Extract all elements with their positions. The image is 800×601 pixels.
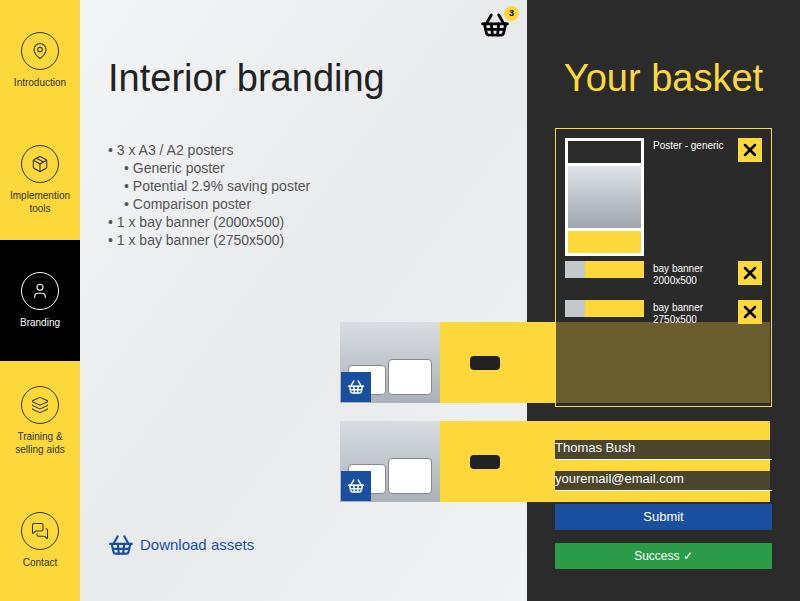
close-icon	[740, 302, 760, 322]
chat-icon	[31, 522, 49, 540]
submit-button[interactable]: Submit	[555, 504, 772, 530]
asset-list-item: • 3 x A3 / A2 posters	[108, 141, 527, 159]
asset-list-item: • Potential 2.9% saving poster	[108, 177, 527, 195]
remove-button[interactable]	[738, 138, 762, 162]
pin-icon	[31, 42, 49, 60]
close-icon	[740, 140, 760, 160]
add-to-basket-button[interactable]	[341, 372, 371, 402]
sidebar-item[interactable]: Introduction	[0, 0, 80, 120]
banner-thumbnail	[565, 261, 644, 278]
person-icon	[31, 282, 49, 300]
sidebar-label: Implemention tools	[4, 189, 76, 215]
asset-list: • 3 x A3 / A2 posters• Generic poster• P…	[108, 141, 527, 249]
basket-panel: Your basket Poster - generic bay banner200…	[527, 0, 800, 601]
basket-item: bay banner2000x500	[565, 261, 762, 287]
asset-list-item: • Comparison poster	[108, 195, 527, 213]
sidebar-item[interactable]: Implemention tools	[0, 120, 80, 240]
basket-item-label: bay banner2750x500	[653, 300, 729, 326]
remove-button[interactable]	[738, 300, 762, 324]
email-field[interactable]: youremail@email.com	[555, 471, 772, 491]
sidebar-item[interactable]: Branding	[0, 240, 80, 360]
close-icon	[740, 263, 760, 283]
basket-icon	[347, 378, 365, 396]
success-button[interactable]: Success ✓	[555, 543, 772, 569]
banner-thumbnail	[565, 300, 644, 317]
sidebar-label: Training & selling aids	[4, 430, 76, 456]
basket-icon	[108, 532, 134, 558]
page-title: Interior branding	[108, 55, 527, 101]
sidebar-label: Branding	[20, 316, 60, 329]
asset-list-item: • Generic poster	[108, 159, 527, 177]
tools-icon	[31, 155, 49, 173]
sidebar-item[interactable]: Contact	[0, 481, 80, 601]
app: Introduction Implemention tools Branding Tr…	[0, 0, 800, 601]
basket-indicator[interactable]: 3	[480, 10, 510, 40]
basket-item-label: Poster - generic	[653, 138, 729, 152]
asset-list-item: • 1 x bay banner (2000x500)	[108, 213, 527, 231]
basket-item-label: bay banner2000x500	[653, 261, 729, 287]
basket-title: Your basket	[555, 55, 772, 101]
basket-icon	[347, 477, 365, 495]
basket-badge: 3	[504, 6, 519, 21]
asset-list-item: • 1 x bay banner (2750x500)	[108, 231, 527, 249]
basket-item: Poster - generic	[565, 138, 762, 256]
basket-item: bay banner2750x500	[565, 300, 762, 326]
poster-thumbnail	[565, 138, 644, 256]
add-to-basket-button[interactable]	[341, 471, 371, 501]
remove-button[interactable]	[738, 261, 762, 285]
sidebar-item[interactable]: Training & selling aids	[0, 361, 80, 481]
layers-icon	[31, 396, 49, 414]
sidebar-label: Contact	[23, 556, 57, 569]
name-field[interactable]: Thomas Bush	[555, 440, 772, 460]
sidebar-label: Introduction	[14, 76, 66, 89]
content-panel: 3Interior branding• 3 x A3 / A2 posters•…	[80, 0, 527, 601]
sidebar: Introduction Implemention tools Branding Tr…	[0, 0, 80, 601]
basket-box: Poster - generic bay banner2000x500 bay ba…	[555, 128, 772, 407]
download-assets-link[interactable]: Download assets	[108, 532, 527, 558]
